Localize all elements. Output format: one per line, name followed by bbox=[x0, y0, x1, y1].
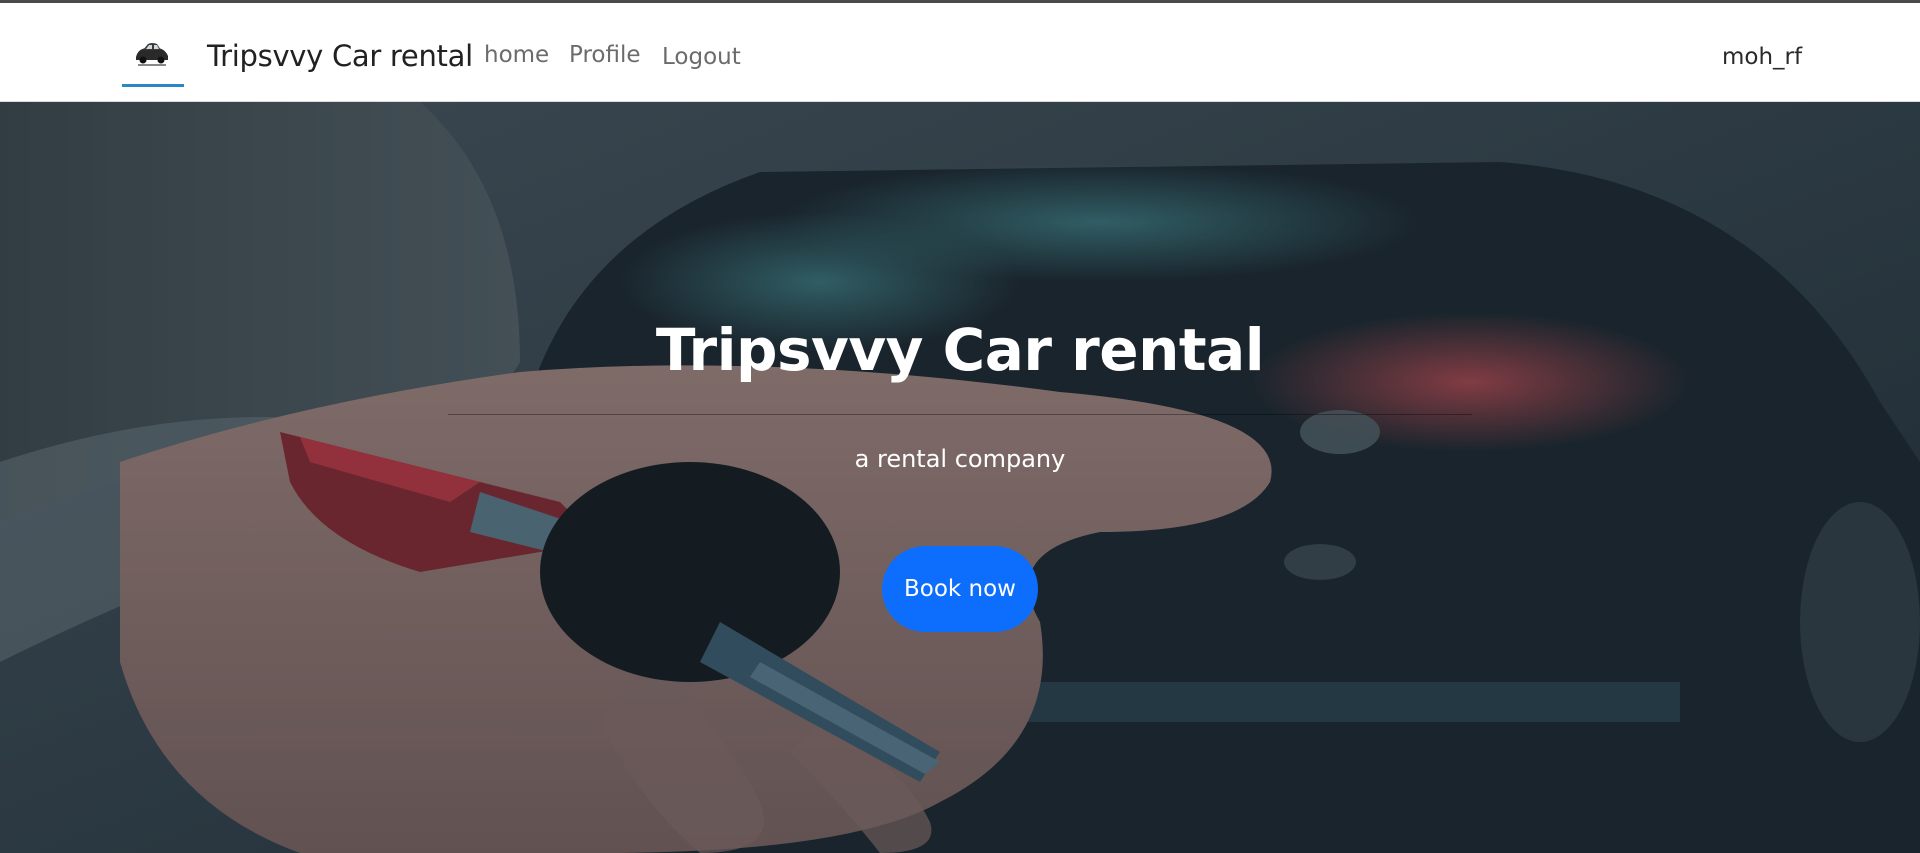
nav-home-link[interactable]: home bbox=[484, 39, 549, 71]
active-indicator bbox=[122, 84, 184, 87]
hero-section: Tripsvvy Car rental a rental company Boo… bbox=[0, 102, 1920, 853]
book-now-button[interactable]: Book now bbox=[882, 546, 1038, 632]
car-icon bbox=[136, 43, 168, 66]
brand-title[interactable]: Tripsvvy Car rental bbox=[207, 37, 473, 75]
hero-overlay bbox=[0, 102, 1920, 853]
user-name[interactable]: moh_rf bbox=[1722, 41, 1802, 73]
hero-subtitle: a rental company bbox=[854, 445, 1066, 473]
hero-title: Tripsvvy Car rental bbox=[655, 316, 1265, 384]
hero-divider bbox=[448, 414, 1472, 415]
nav-profile-link[interactable]: Profile bbox=[569, 39, 641, 71]
navbar: Tripsvvy Car rental home Profile Logout … bbox=[0, 3, 1920, 102]
nav-logout-link[interactable]: Logout bbox=[662, 41, 741, 73]
logo-link[interactable] bbox=[122, 27, 184, 87]
